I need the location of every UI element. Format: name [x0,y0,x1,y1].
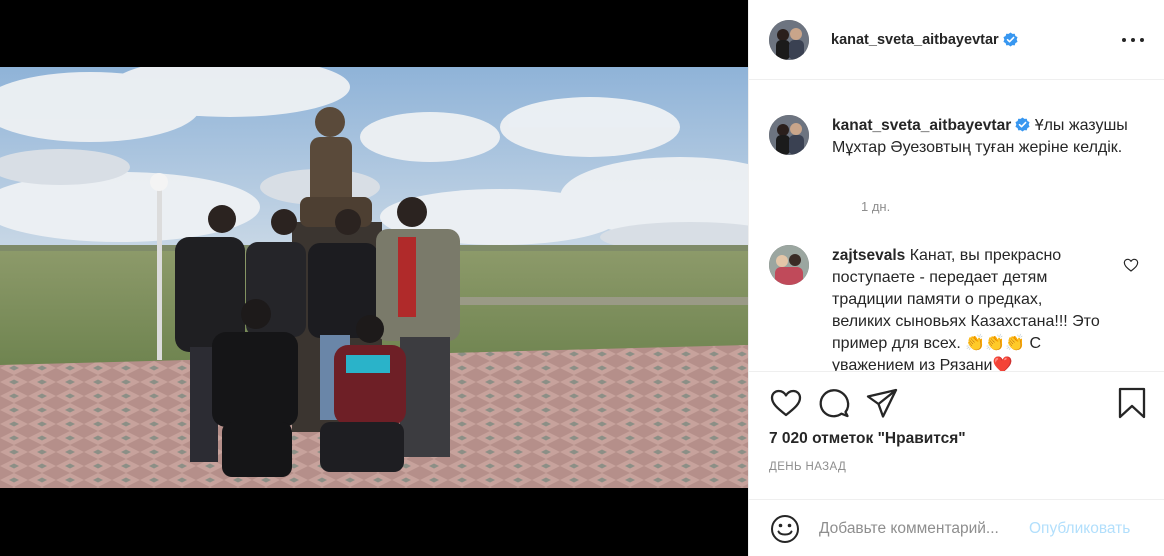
author-username[interactable]: kanat_sveta_aitbayevtar [831,32,999,48]
comment-text: Канат, вы прекрасно поступаете - передае… [832,247,1100,371]
post-actions: 7 020 отметок "Нравится" ДЕНЬ НАЗАД Опуб… [749,371,1164,556]
verified-badge-icon [1003,32,1018,47]
caption-avatar[interactable] [769,115,809,155]
post-photo[interactable] [0,67,748,488]
likes-count[interactable]: 7 020 отметок "Нравится" [769,430,966,448]
commenter-avatar[interactable] [769,245,809,285]
author-avatar[interactable] [769,19,809,60]
avatar-image [769,245,809,285]
post-time-ago[interactable]: ДЕНЬ НАЗАД [769,461,846,473]
heart-icon[interactable] [769,386,803,420]
verified-badge-icon [1015,117,1030,132]
comment-icon[interactable] [817,386,851,420]
action-icons [769,386,1149,420]
publish-button[interactable]: Опубликовать [1029,520,1130,538]
emoji-smile-icon[interactable] [769,513,801,545]
caption-item: kanat_sveta_aitbayevtar Ұлы жазушы Мұхта… [769,115,1149,159]
like-comment-heart-icon[interactable] [1123,257,1139,273]
caption-body: kanat_sveta_aitbayevtar Ұлы жазушы Мұхта… [832,115,1149,159]
comment-username[interactable]: zajtsevals [832,247,905,264]
comment-body: zajtsevals Канат, вы прекрасно поступает… [832,245,1102,371]
add-comment-bar: Опубликовать [749,499,1164,556]
photo-illustration [0,67,748,488]
comment-item: zajtsevals Канат, вы прекрасно поступает… [769,245,1149,371]
post-header: kanat_sveta_aitbayevtar [749,0,1164,80]
comments-list: kanat_sveta_aitbayevtar Ұлы жазушы Мұхта… [749,81,1164,371]
post-media [0,0,748,556]
bookmark-icon[interactable] [1115,386,1149,420]
more-horizontal-icon[interactable] [1122,30,1144,50]
share-icon[interactable] [865,386,899,420]
post-sidebar: kanat_sveta_aitbayevtar kanat_sveta_aitb [748,0,1164,556]
caption-time[interactable]: 1 дн. [861,199,890,214]
caption-username[interactable]: kanat_sveta_aitbayevtar [832,117,1011,134]
comment-input[interactable] [819,519,1029,538]
avatar-image [769,19,809,60]
avatar-image [769,115,809,155]
